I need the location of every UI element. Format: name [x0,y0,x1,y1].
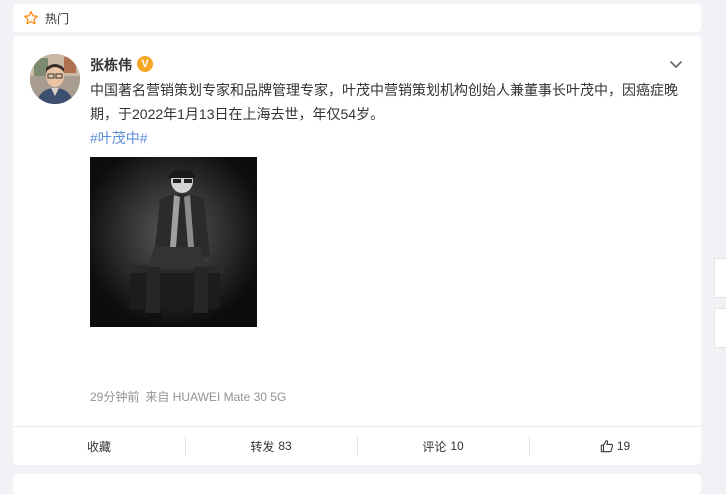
repost-count: 83 [278,439,292,453]
header-title: 热门 [45,11,70,26]
favorite-label: 收藏 [86,439,111,454]
thumbs-up-icon [600,440,613,453]
comment-button[interactable]: 评论 10 [357,427,529,465]
repost-button[interactable]: 转发 83 [185,427,357,465]
post-text: 中国著名营销策划专家和品牌管理专家，叶茂中营销策划机构创始人兼董事长叶茂中，因癌… [90,82,678,122]
like-button[interactable]: 19 [529,427,701,465]
hashtag-link[interactable]: #叶茂中# [90,128,148,148]
post-source: 来自 HUAWEI Mate 30 5G [145,390,287,404]
hot-section-header: 热门 [13,4,701,32]
post-meta: 29分钟前 来自 HUAWEI Mate 30 5G [90,388,286,405]
like-count: 19 [616,439,631,453]
post-action-bar: 收藏 转发 83 评论 10 19 [13,426,701,465]
side-tool-button[interactable] [714,308,726,348]
comment-label: 评论 [422,439,447,454]
avatar[interactable] [30,54,80,104]
post-image[interactable] [90,157,257,327]
comment-count: 10 [450,439,464,453]
chevron-down-icon[interactable] [668,56,684,72]
favorite-button[interactable]: 收藏 [13,427,185,465]
repost-label: 转发 [250,439,275,454]
side-tool-button[interactable] [714,258,726,298]
verified-icon: V [137,56,153,72]
next-post-card [13,474,701,494]
post-author-name[interactable]: 张栋伟 [90,55,132,75]
post-time[interactable]: 29分钟前 [90,390,139,404]
weibo-post-card: 张栋伟 V 中国著名营销策划专家和品牌管理专家，叶茂中营销策划机构创始人兼董事长… [13,36,701,426]
star-icon [24,11,38,25]
